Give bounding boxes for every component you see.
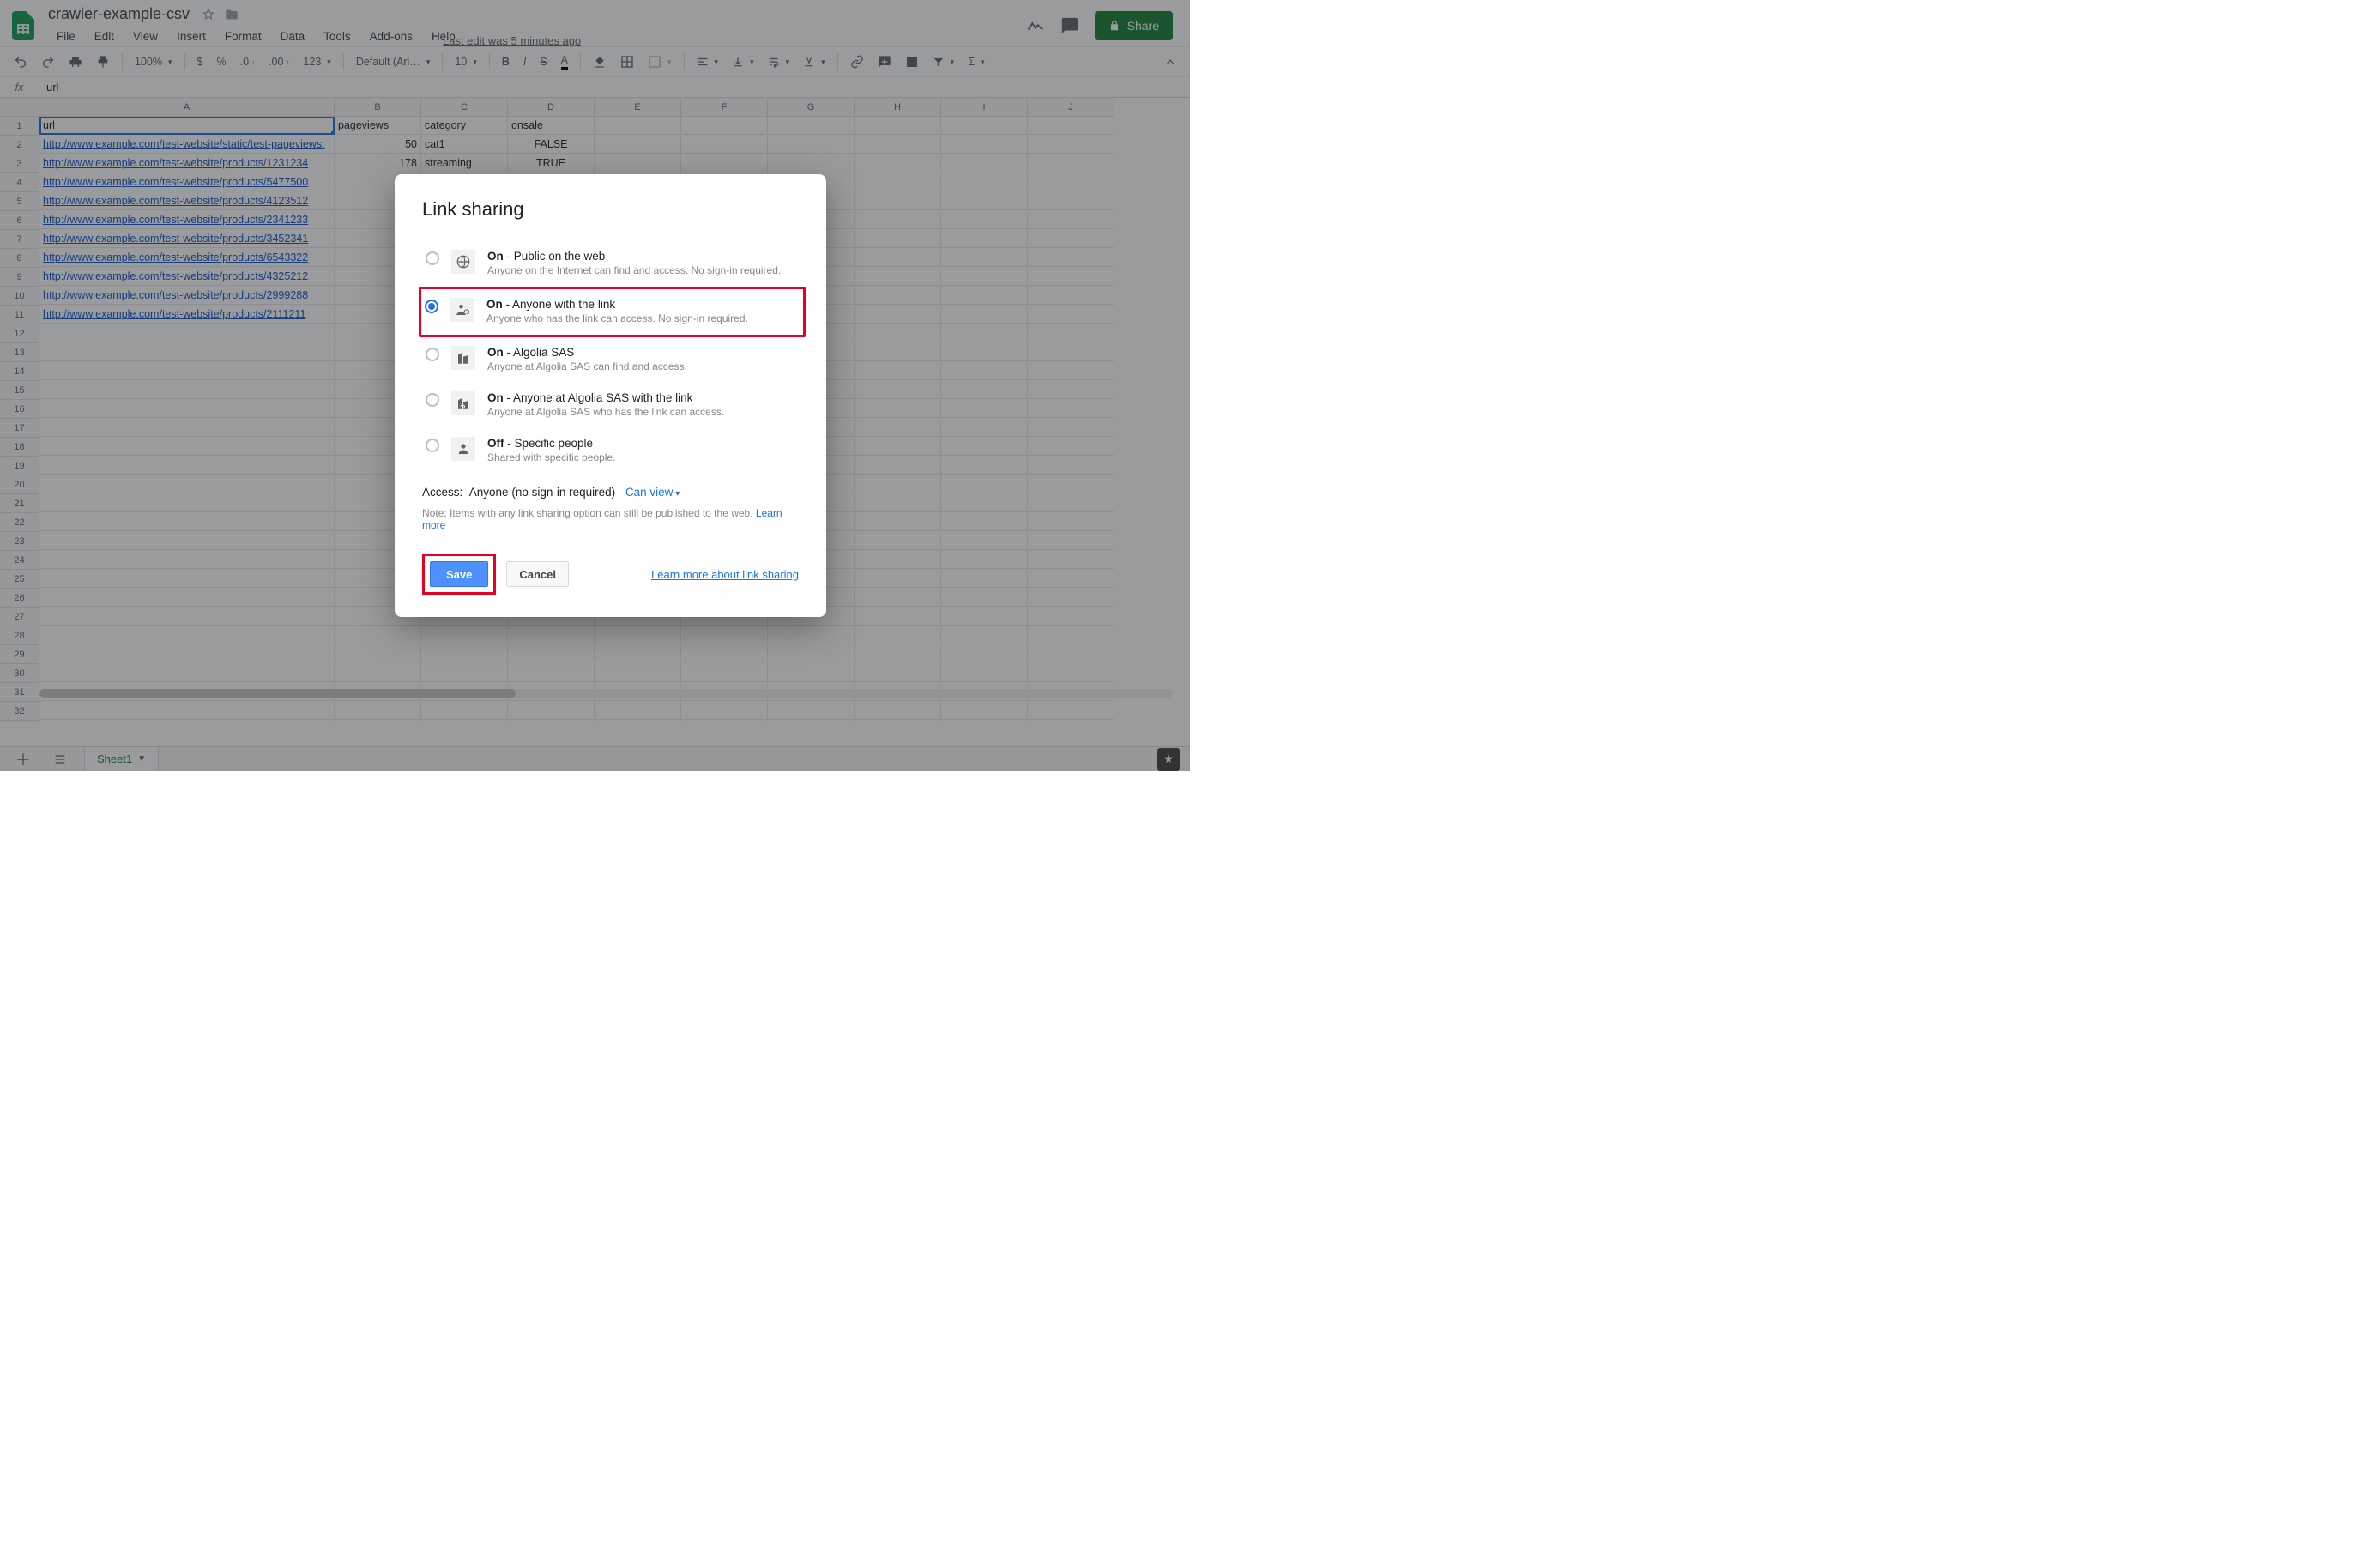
dialog-note: Note: Items with any link sharing option… [422, 507, 799, 531]
share-option-specific[interactable]: Off - Specific peopleShared with specifi… [422, 428, 799, 474]
person-icon [451, 437, 475, 461]
option-title: On - Algolia SAS [487, 346, 687, 359]
building-icon [451, 346, 475, 370]
option-desc: Anyone at Algolia SAS can find and acces… [487, 360, 687, 372]
option-title: On - Anyone with the link [486, 298, 748, 311]
option-title: Off - Specific people [487, 437, 615, 450]
cancel-button[interactable]: Cancel [506, 561, 569, 587]
share-option-org-link[interactable]: On - Anyone at Algolia SAS with the link… [422, 383, 799, 428]
option-desc: Anyone on the Internet can find and acce… [487, 264, 781, 276]
option-desc: Anyone who has the link can access. No s… [486, 312, 748, 324]
radio-specific[interactable] [426, 439, 439, 452]
radio-org[interactable] [426, 348, 439, 361]
radio-org-link[interactable] [426, 393, 439, 407]
option-title: On - Anyone at Algolia SAS with the link [487, 391, 724, 404]
save-highlight-box: Save [422, 554, 496, 595]
note-text: Note: Items with any link sharing option… [422, 507, 756, 519]
option-desc: Shared with specific people. [487, 451, 615, 463]
option-desc: Anyone at Algolia SAS who has the link c… [487, 406, 724, 418]
person-link-icon [450, 298, 474, 322]
radio-public[interactable] [426, 251, 439, 265]
link-sharing-dialog: Link sharing On - Public on the webAnyon… [395, 174, 826, 617]
access-value: Anyone (no sign-in required) [469, 486, 615, 499]
share-option-anyone-link[interactable]: On - Anyone with the linkAnyone who has … [419, 287, 806, 337]
dialog-title: Link sharing [422, 198, 799, 221]
radio-anyone-link[interactable] [425, 300, 438, 313]
building-link-icon [451, 391, 475, 415]
access-row: Access: Anyone (no sign-in required) Can… [422, 486, 799, 499]
share-option-public[interactable]: On - Public on the webAnyone on the Inte… [422, 241, 799, 287]
share-option-org[interactable]: On - Algolia SASAnyone at Algolia SAS ca… [422, 337, 799, 383]
globe-icon [451, 250, 475, 274]
save-button[interactable]: Save [430, 561, 488, 587]
access-label: Access: [422, 486, 462, 499]
access-permission-select[interactable]: Can view [625, 486, 680, 499]
option-title: On - Public on the web [487, 250, 781, 263]
learn-more-link[interactable]: Learn more about link sharing [651, 568, 799, 581]
